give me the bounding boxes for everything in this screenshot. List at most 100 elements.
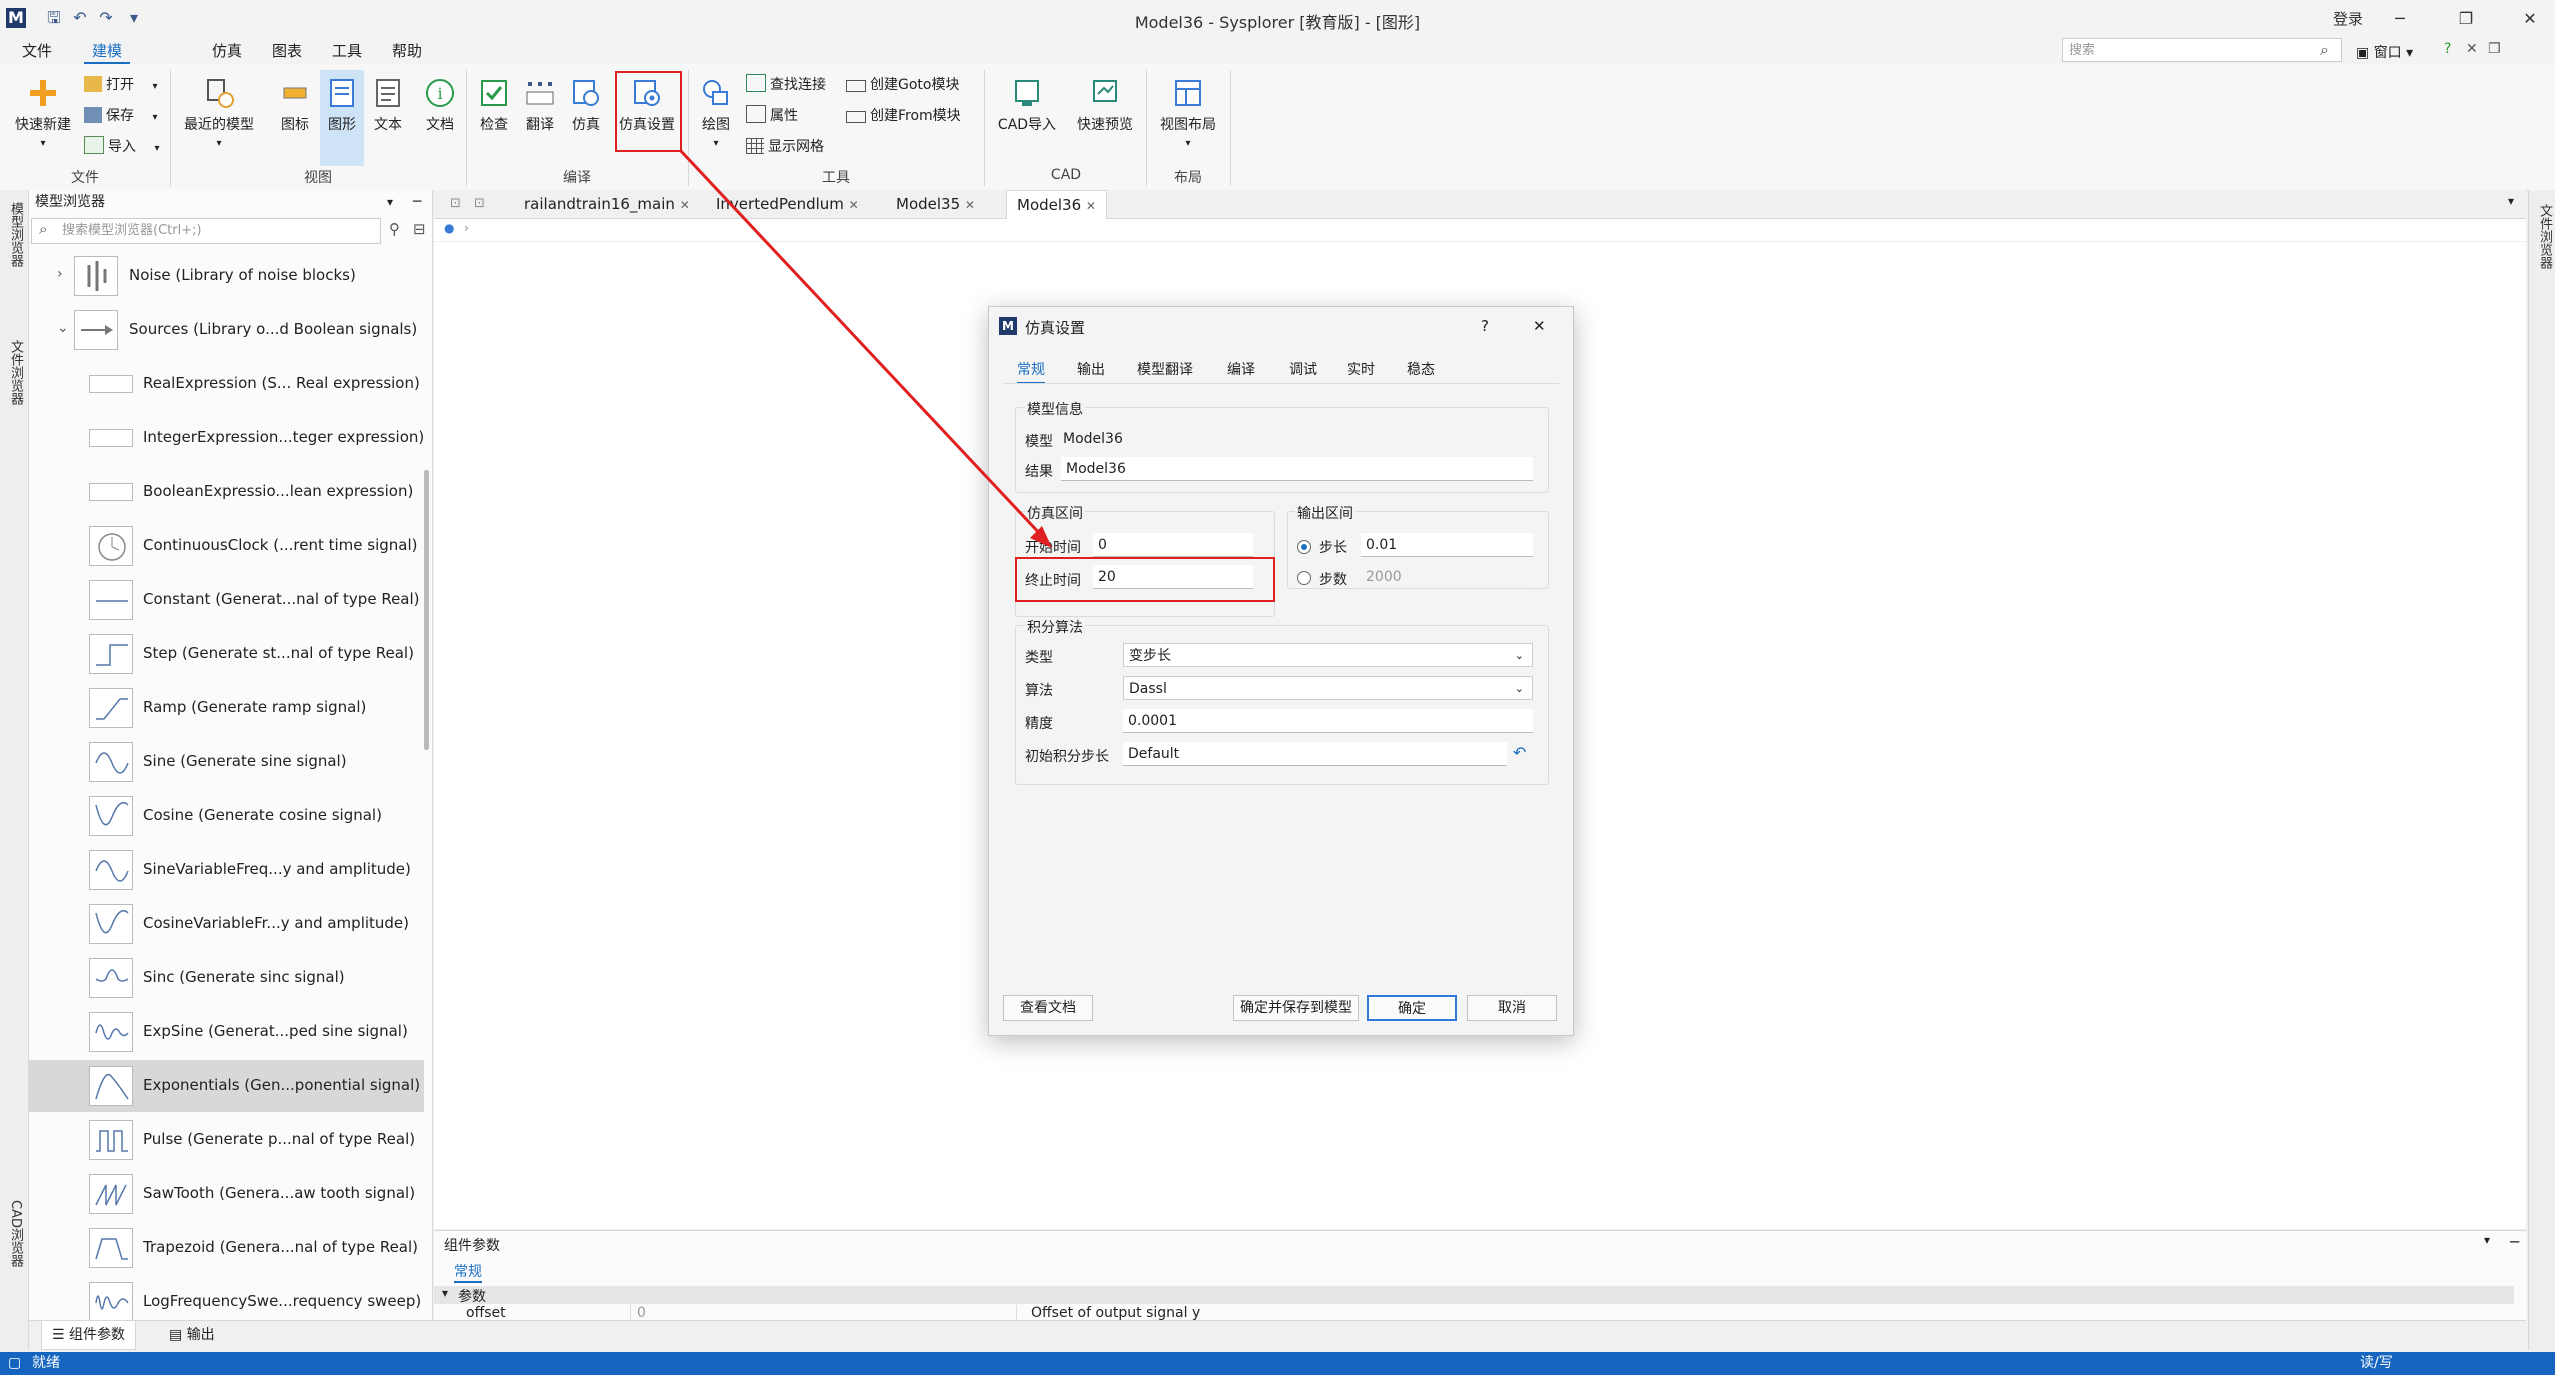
home-icon[interactable]: ● <box>444 221 454 235</box>
algorithm-select[interactable]: Dassl ⌄ <box>1123 676 1533 700</box>
dialog-tab-steady[interactable]: 稳态 <box>1407 359 1435 379</box>
menu-chart[interactable]: 图表 <box>264 40 310 62</box>
tab-invertedpendlum[interactable]: InvertedPendlum ✕ <box>706 190 869 218</box>
tolerance-input[interactable]: 0.0001 <box>1123 709 1533 733</box>
panel-minimize-icon[interactable]: ─ <box>413 190 421 214</box>
params-section-row[interactable]: ▾ 参数 <box>434 1286 2514 1305</box>
doc-restore-icon[interactable]: ❐ <box>2488 41 2501 57</box>
browser-item[interactable]: Exponentials (Gen...ponential signal) <box>29 1060 424 1112</box>
dialog-tab-translation[interactable]: 模型翻译 <box>1137 359 1193 379</box>
browser-item[interactable]: › Noise (Library of noise blocks) <box>29 250 424 302</box>
param-value[interactable]: 0 <box>630 1305 646 1321</box>
collapse-all-icon[interactable]: ⊟ <box>413 220 426 238</box>
browser-item[interactable]: ExpSine (Generat...ped sine signal) <box>29 1006 424 1058</box>
browser-item[interactable]: ContinuousClock (...rent time signal) <box>29 520 424 572</box>
view-doc-button[interactable]: 查看文档 <box>1003 995 1093 1021</box>
browser-item[interactable]: SawTooth (Genera...aw tooth signal) <box>29 1168 424 1220</box>
simulate-button[interactable]: 仿真 <box>564 76 608 134</box>
step-size-input[interactable]: 0.01 <box>1361 533 1533 557</box>
panel-minimize-icon[interactable]: ─ <box>2510 1233 2519 1251</box>
import-button[interactable]: 导入 ▾ <box>84 136 159 156</box>
global-search-input[interactable]: 搜索 <box>2062 38 2342 62</box>
dialog-tab-debug[interactable]: 调试 <box>1289 359 1317 379</box>
properties-button[interactable]: 属性 <box>746 105 798 125</box>
start-time-input[interactable]: 0 <box>1093 533 1253 557</box>
open-button[interactable]: 打开 ▾ <box>84 74 157 94</box>
tab-close-icon[interactable]: ✕ <box>965 198 975 212</box>
browser-item[interactable]: CosineVariableFr...y and amplitude) <box>29 898 424 950</box>
menu-modeling[interactable]: 建模 <box>84 40 131 64</box>
browser-item[interactable]: Pulse (Generate p...nal of type Real) <box>29 1114 424 1166</box>
right-file-browser-strip-tab[interactable]: 文件浏览器 <box>2535 204 2554 269</box>
panel-menu-icon[interactable]: ▾ <box>2484 1233 2490 1247</box>
browser-item[interactable]: Sine (Generate sine signal) <box>29 736 424 788</box>
tab-model35[interactable]: Model35 ✕ <box>886 190 985 218</box>
cad-browser-strip-tab[interactable]: CAD浏览器 <box>6 1200 25 1267</box>
tab-nav-icon[interactable]: ⊡ <box>450 196 461 211</box>
browser-item[interactable]: RealExpression (S... Real expression) <box>29 358 424 410</box>
browser-item[interactable]: IntegerExpression...teger expression) <box>29 412 424 464</box>
menu-tools[interactable]: 工具 <box>324 40 370 62</box>
tab-list-icon[interactable]: ▾ <box>2508 194 2514 208</box>
solver-type-select[interactable]: 变步长 ⌄ <box>1123 643 1533 667</box>
create-goto-button[interactable]: 创建Goto模块 <box>846 74 959 94</box>
doc-view-button[interactable]: i 文档 <box>420 76 460 134</box>
step-size-radio[interactable] <box>1297 540 1311 554</box>
browser-item[interactable]: Ramp (Generate ramp signal) <box>29 682 424 734</box>
graphic-view-button[interactable]: 图形 <box>320 70 364 166</box>
help-icon[interactable]: ? <box>2444 41 2451 57</box>
check-button[interactable]: 检查 <box>472 76 516 134</box>
quick-preview-button[interactable]: 快速预览 <box>1070 76 1140 134</box>
menu-simulation[interactable]: 仿真 <box>204 40 250 62</box>
show-grid-button[interactable]: 显示网格 <box>746 136 824 156</box>
close-window-button[interactable]: ✕ <box>2510 4 2550 34</box>
dialog-tab-realtime[interactable]: 实时 <box>1347 359 1375 379</box>
browser-item[interactable]: Cosine (Generate cosine signal) <box>29 790 424 842</box>
menu-help[interactable]: 帮助 <box>384 40 430 62</box>
tab-model36[interactable]: Model36 ✕ <box>1006 190 1107 219</box>
bottom-tab-output[interactable]: ▤ 输出 <box>159 1321 225 1349</box>
bottom-tab-params[interactable]: ☰ 组件参数 <box>41 1321 137 1350</box>
browser-item[interactable]: SineVariableFreq...y and amplitude) <box>29 844 424 896</box>
dialog-tab-compile[interactable]: 编译 <box>1227 359 1255 379</box>
tab-railandtrain16-main[interactable]: railandtrain16_main ✕ <box>514 190 700 218</box>
browser-scrollbar[interactable] <box>424 470 429 750</box>
quick-new-button[interactable]: 快速新建 ▾ <box>8 76 78 150</box>
view-layout-button[interactable]: 视图布局 ▾ <box>1152 76 1224 150</box>
minimize-button[interactable]: ─ <box>2380 4 2420 34</box>
doc-close-icon[interactable]: ✕ <box>2466 41 2478 57</box>
chevron-down-icon[interactable]: ⌄ <box>57 320 69 336</box>
text-view-button[interactable]: 文本 <box>368 76 408 134</box>
browser-item[interactable]: Trapezoid (Genera...nal of type Real) <box>29 1222 424 1274</box>
file-browser-strip-tab[interactable]: 文件浏览器 <box>6 340 25 405</box>
dialog-tab-general[interactable]: 常规 <box>1017 359 1045 384</box>
browser-item[interactable]: Sinc (Generate sinc signal) <box>29 952 424 1004</box>
cad-import-button[interactable]: CAD导入 <box>992 76 1062 134</box>
browser-item[interactable]: BooleanExpressio...lean expression) <box>29 466 424 518</box>
tab-close-icon[interactable]: ✕ <box>1086 199 1096 213</box>
create-from-button[interactable]: 创建From模块 <box>846 105 961 125</box>
restore-button[interactable]: ❐ <box>2446 4 2486 34</box>
result-name-input[interactable]: Model36 <box>1061 457 1533 481</box>
icon-view-button[interactable]: 图标 <box>272 76 318 134</box>
model-browser-strip-tab[interactable]: 模型浏览器 <box>6 202 25 267</box>
browser-item[interactable]: Step (Generate st...nal of type Real) <box>29 628 424 680</box>
reset-arrow-icon[interactable]: ↶ <box>1513 743 1526 762</box>
initial-step-input[interactable]: Default <box>1123 742 1507 766</box>
step-count-input[interactable]: 2000 <box>1361 565 1533 589</box>
window-menu[interactable]: ▣ 窗口 ▾ <box>2356 42 2413 62</box>
browser-item[interactable]: ⌄ Sources (Library o...d Boolean signals) <box>29 304 424 356</box>
plot-button[interactable]: 绘图 ▾ <box>694 76 738 150</box>
step-count-radio[interactable] <box>1297 571 1311 585</box>
dialog-help-button[interactable]: ? <box>1481 317 1489 335</box>
model-browser-search-input[interactable]: 搜索模型浏览器(Ctrl+;) <box>31 218 381 244</box>
chevron-right-icon[interactable]: › <box>57 266 63 282</box>
translate-button[interactable]: 翻译 <box>518 76 562 134</box>
ok-button[interactable]: 确定 <box>1367 995 1457 1021</box>
dialog-tab-output[interactable]: 输出 <box>1077 359 1105 379</box>
panel-menu-icon[interactable]: ▾ <box>387 190 393 214</box>
tab-close-icon[interactable]: ✕ <box>849 198 859 212</box>
cancel-button[interactable]: 取消 <box>1467 995 1557 1021</box>
menu-file[interactable]: 文件 <box>14 40 60 62</box>
find-connection-button[interactable]: 查找连接 <box>746 74 826 94</box>
